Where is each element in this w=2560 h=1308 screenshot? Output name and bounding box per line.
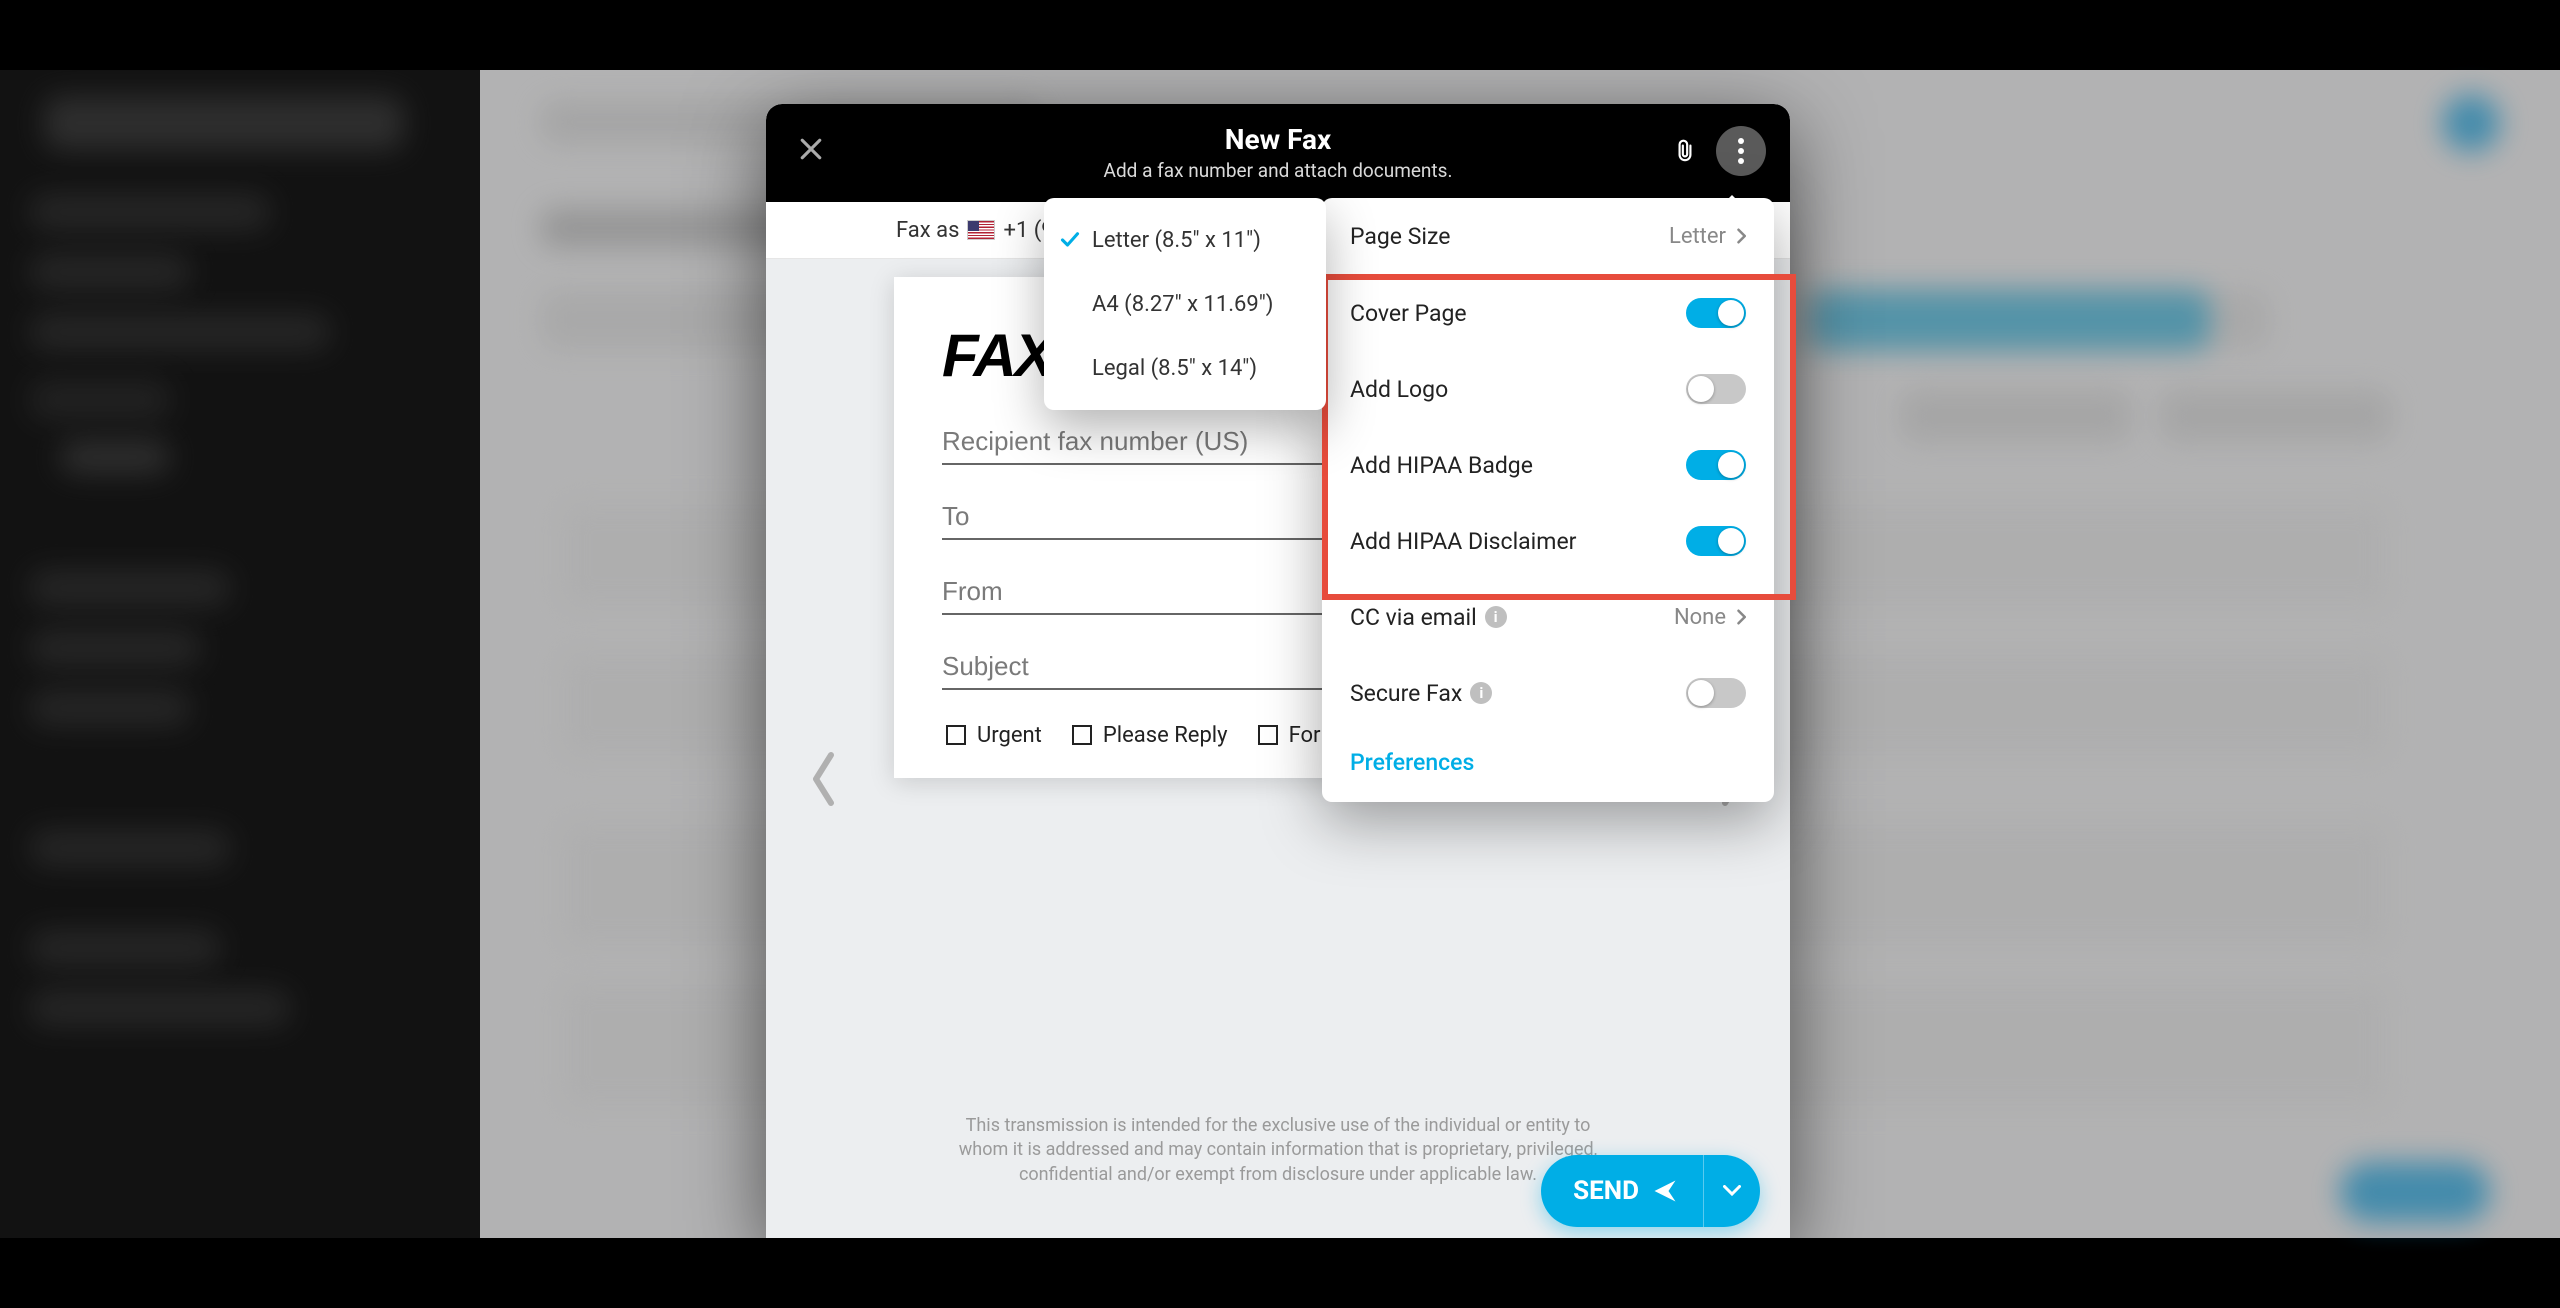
info-icon: i	[1470, 682, 1492, 704]
options-popover: Page Size Letter Cover Page Add Logo Add…	[1322, 198, 1774, 802]
cover-page-row: Cover Page	[1322, 275, 1774, 351]
hipaa-disclaimer-label: Add HIPAA Disclaimer	[1350, 528, 1576, 555]
cover-page-label: Cover Page	[1350, 300, 1467, 327]
more-options-button[interactable]	[1716, 126, 1766, 176]
send-button[interactable]: SEND	[1541, 1155, 1760, 1227]
letterbox-top	[0, 0, 2560, 70]
send-icon	[1651, 1177, 1679, 1205]
cc-email-value: None	[1674, 605, 1726, 630]
page-size-option-label: Letter (8.5" x 11")	[1092, 228, 1261, 253]
caret-down-icon	[1723, 1185, 1741, 1197]
send-dropdown-button[interactable]	[1703, 1155, 1760, 1227]
check-icon	[1060, 230, 1080, 250]
close-button[interactable]	[796, 134, 826, 164]
send-button-label: SEND	[1573, 1176, 1639, 1206]
page-size-option-letter[interactable]: Letter (8.5" x 11")	[1044, 208, 1326, 272]
preferences-link[interactable]: Preferences	[1350, 749, 1474, 776]
chevron-right-icon	[1736, 609, 1746, 625]
add-logo-row: Add Logo	[1322, 351, 1774, 427]
cover-page-toggle[interactable]	[1686, 298, 1746, 328]
page-size-option-label: A4 (8.27" x 11.69")	[1092, 292, 1273, 317]
page-size-row[interactable]: Page Size Letter	[1322, 198, 1774, 275]
chevron-left-icon	[806, 749, 844, 809]
hipaa-disclaimer-toggle[interactable]	[1686, 526, 1746, 556]
page-size-option-a4[interactable]: A4 (8.27" x 11.69")	[1044, 272, 1326, 336]
page-size-value: Letter	[1669, 224, 1726, 249]
secure-fax-row: Secure Fax i	[1322, 655, 1774, 731]
letterbox-bottom	[0, 1238, 2560, 1308]
secure-fax-label: Secure Fax	[1350, 680, 1462, 707]
secure-fax-toggle[interactable]	[1686, 678, 1746, 708]
paperclip-icon	[1672, 135, 1698, 167]
more-vertical-icon	[1738, 138, 1744, 164]
chevron-right-icon	[1736, 228, 1746, 244]
attach-button[interactable]	[1672, 135, 1698, 167]
modal-header: New Fax Add a fax number and attach docu…	[766, 104, 1790, 202]
modal-subtitle: Add a fax number and attach documents.	[1104, 159, 1453, 182]
modal-title: New Fax	[1225, 124, 1332, 156]
info-icon: i	[1485, 606, 1507, 628]
hipaa-disclaimer-row: Add HIPAA Disclaimer	[1322, 503, 1774, 579]
urgent-checkbox[interactable]: Urgent	[942, 722, 1042, 748]
fax-as-label: Fax as	[896, 218, 959, 243]
us-flag-icon	[967, 220, 995, 240]
hipaa-disclaimer-text: This transmission is intended for the ex…	[958, 1114, 1598, 1187]
please-reply-checkbox[interactable]: Please Reply	[1068, 722, 1228, 748]
add-logo-toggle[interactable]	[1686, 374, 1746, 404]
prev-page-button[interactable]	[806, 749, 844, 809]
hipaa-badge-toggle[interactable]	[1686, 450, 1746, 480]
close-icon	[796, 134, 826, 164]
page-size-option-legal[interactable]: Legal (8.5" x 14")	[1044, 336, 1326, 400]
cc-email-row[interactable]: CC via email i None	[1322, 579, 1774, 655]
page-size-label: Page Size	[1350, 223, 1450, 250]
hipaa-badge-label: Add HIPAA Badge	[1350, 452, 1533, 479]
cc-email-label: CC via email	[1350, 604, 1477, 631]
hipaa-badge-row: Add HIPAA Badge	[1322, 427, 1774, 503]
preferences-row: Preferences	[1322, 731, 1774, 802]
add-logo-label: Add Logo	[1350, 376, 1448, 403]
page-size-option-label: Legal (8.5" x 14")	[1092, 356, 1257, 381]
page-size-popover: Letter (8.5" x 11") A4 (8.27" x 11.69") …	[1044, 198, 1326, 410]
